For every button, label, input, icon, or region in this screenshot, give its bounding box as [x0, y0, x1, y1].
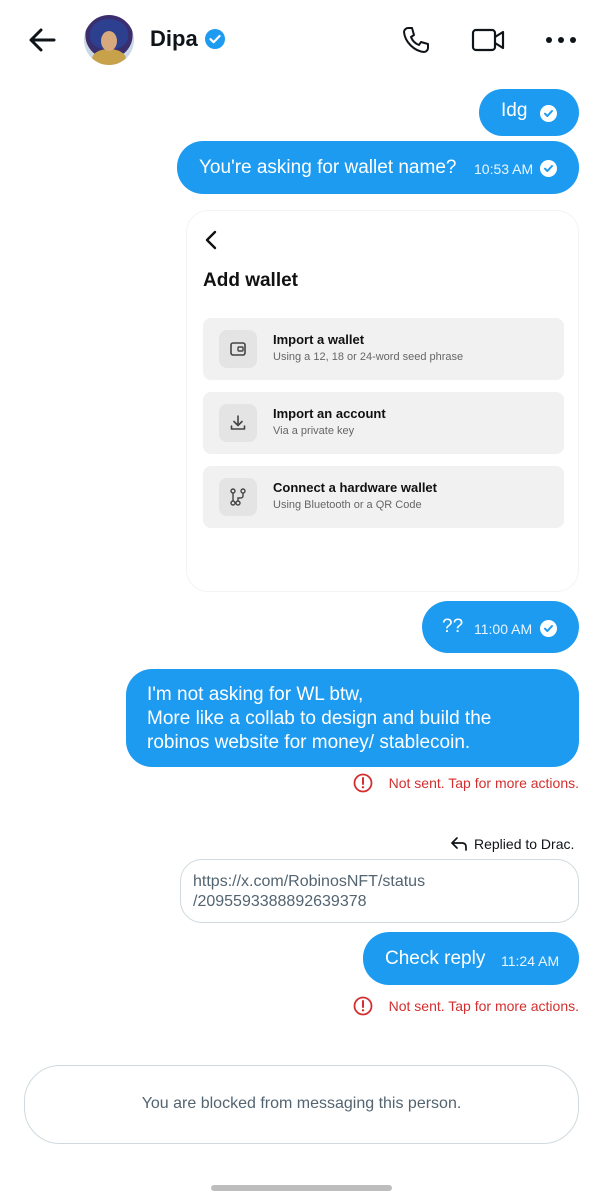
- option-subtitle: Via a private key: [273, 425, 355, 437]
- conversation-header: Dipa: [0, 0, 603, 82]
- wallet-icon: [219, 330, 257, 368]
- message-text: Idg: [501, 100, 528, 121]
- error-icon: [353, 996, 373, 1016]
- more-icon[interactable]: [544, 28, 578, 52]
- message-line: I'm not asking for WL btw,: [147, 684, 364, 705]
- message-timestamp: 11:00 AM: [474, 621, 533, 637]
- verified-badge-icon: [205, 29, 225, 49]
- message-line: robinos website for money/ stablecoin.: [147, 732, 471, 753]
- message-bubble[interactable]: Check reply 11:24 AM: [363, 932, 579, 985]
- chevron-left-icon: [205, 230, 217, 250]
- message-timestamp: 11:24 AM: [501, 953, 560, 969]
- option-title: Import an account: [273, 406, 386, 421]
- message-bubble[interactable]: You're asking for wallet name? 10:53 AM: [177, 141, 579, 194]
- quoted-url-line: https://x.com/RobinosNFT/status: [193, 873, 426, 890]
- not-sent-error[interactable]: Not sent. Tap for more actions.: [389, 998, 579, 1014]
- quoted-url-line: /2095593388892639378: [193, 893, 367, 910]
- message-text: You're asking for wallet name?: [199, 157, 457, 178]
- message-bubble[interactable]: I'm not asking for WL btw, More like a c…: [126, 669, 579, 767]
- message-bubble[interactable]: Idg: [479, 89, 579, 136]
- option-title: Connect a hardware wallet: [273, 480, 437, 495]
- read-check-icon: [540, 620, 557, 637]
- message-text: ??: [442, 616, 464, 637]
- not-sent-error[interactable]: Not sent. Tap for more actions.: [389, 775, 579, 791]
- replied-to-text: Replied to Drac.: [474, 836, 575, 852]
- video-icon[interactable]: [470, 24, 506, 56]
- phone-icon[interactable]: [400, 24, 432, 56]
- download-icon: [219, 404, 257, 442]
- quoted-message[interactable]: https://x.com/RobinosNFT/status /2095593…: [180, 859, 579, 923]
- wallet-option-import-wallet: Import a wallet Using a 12, 18 or 24-wor…: [203, 318, 564, 380]
- back-arrow-icon[interactable]: [26, 24, 58, 56]
- message-bubble[interactable]: ?? 11:00 AM: [422, 601, 579, 653]
- message-timestamp: 10:53 AM: [474, 161, 534, 177]
- hardware-icon: [219, 478, 257, 516]
- message-text: Check reply: [385, 948, 486, 969]
- avatar[interactable]: [84, 15, 134, 65]
- wallet-option-import-account: Import an account Via a private key: [203, 392, 564, 454]
- replied-to-label: Replied to Drac.: [450, 834, 580, 856]
- option-subtitle: Using Bluetooth or a QR Code: [273, 499, 422, 511]
- wallet-option-hardware: Connect a hardware wallet Using Bluetoot…: [203, 466, 564, 528]
- home-indicator[interactable]: [211, 1185, 392, 1191]
- reply-arrow-icon: [451, 837, 467, 851]
- read-check-icon: [540, 105, 557, 122]
- option-subtitle: Using a 12, 18 or 24-word seed phrase: [273, 351, 464, 363]
- option-title: Import a wallet: [273, 332, 365, 347]
- contact-name[interactable]: Dipa: [150, 26, 198, 52]
- message-line: More like a collab to design and build t…: [147, 708, 492, 729]
- card-title: Add wallet: [203, 270, 299, 291]
- read-check-icon: [540, 160, 557, 177]
- error-icon: [353, 773, 373, 793]
- blocked-notice: You are blocked from messaging this pers…: [24, 1065, 579, 1144]
